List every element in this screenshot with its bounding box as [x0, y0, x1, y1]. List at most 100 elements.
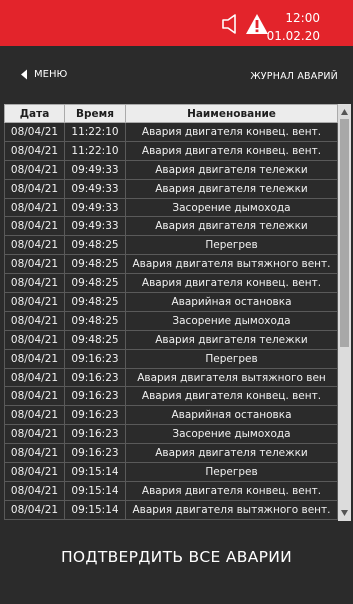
cell-date: 08/04/21	[4, 292, 65, 312]
cell-date: 08/04/21	[4, 386, 65, 407]
cell-name: Авария двигателя конвец. вент.	[125, 122, 338, 142]
cell-date: 08/04/21	[4, 424, 65, 445]
table-row[interactable]: 08/04/21 11:22:10 Авария двигателя конвец.…	[4, 122, 338, 142]
cell-time: 09:49:33	[64, 159, 126, 180]
speaker-icon[interactable]	[221, 13, 241, 35]
table-body: 08/04/21 11:22:10 Авария двигателя конвец.…	[4, 122, 338, 520]
menu-label: МЕНЮ	[34, 69, 68, 80]
column-header-date[interactable]: Дата	[4, 104, 65, 123]
cell-time: 09:48:25	[64, 273, 126, 294]
clock-date: 01.02.20	[266, 29, 320, 43]
scroll-up-icon[interactable]	[341, 109, 348, 115]
cell-name: Авария двигателя тележки	[125, 329, 338, 350]
cell-time: 09:16:23	[64, 405, 126, 426]
table-row[interactable]: 08/04/21 09:48:25 Аварийная остановка	[4, 292, 338, 312]
table-row[interactable]: 08/04/21 09:48:25 Засорение дымохода	[4, 310, 338, 331]
table-row[interactable]: 08/04/21 09:48:25 Авария двигателя тележки	[4, 329, 338, 350]
cell-name: Авария двигателя вытяжного вент.	[125, 254, 338, 275]
scrollbar[interactable]	[338, 104, 351, 521]
cell-name: Авария двигателя тележки	[125, 443, 338, 464]
scroll-down-icon[interactable]	[341, 510, 348, 516]
cell-name: Засорение дымохода	[125, 424, 338, 445]
alarm-table-container: Дата Время Наименование 08/04/21 11:22:10…	[4, 104, 351, 521]
cell-date: 08/04/21	[4, 443, 65, 464]
menu-back-button[interactable]: МЕНЮ	[20, 69, 67, 80]
cell-time: 09:49:33	[64, 197, 126, 218]
clock: 12:00 01.02.20	[267, 9, 320, 45]
cell-name: Авария двигателя тележки	[125, 216, 338, 237]
cell-date: 08/04/21	[4, 159, 65, 180]
cell-date: 08/04/21	[4, 254, 65, 275]
cell-name: Аварийная остановка	[125, 405, 338, 426]
clock-time: 12:00	[285, 11, 320, 25]
table-row[interactable]: 08/04/21 09:16:23 Перегрев	[4, 348, 338, 369]
cell-time: 09:48:25	[64, 310, 126, 331]
cell-name: Авария двигателя тележки	[125, 178, 338, 199]
warning-icon[interactable]	[245, 13, 269, 35]
cell-time: 09:16:23	[64, 386, 126, 407]
cell-name: Авария двигателя тележки	[125, 159, 338, 180]
cell-name: Перегрев	[125, 462, 338, 482]
status-bar: 12:00 01.02.20	[0, 0, 353, 46]
alarm-table: Дата Время Наименование 08/04/21 11:22:10…	[4, 104, 338, 520]
column-header-name[interactable]: Наименование	[125, 104, 338, 123]
cell-time: 09:16:23	[64, 348, 126, 369]
table-row[interactable]: 08/04/21 09:16:23 Авария двигателя вытяжно…	[4, 367, 338, 388]
cell-time: 09:49:33	[64, 178, 126, 199]
cell-date: 08/04/21	[4, 178, 65, 199]
cell-date: 08/04/21	[4, 273, 65, 294]
cell-date: 08/04/21	[4, 310, 65, 331]
table-row[interactable]: 08/04/21 09:16:23 Аварийная остановка	[4, 405, 338, 426]
cell-time: 09:16:23	[64, 367, 126, 388]
cell-time: 09:15:14	[64, 480, 126, 501]
column-header-time[interactable]: Время	[64, 104, 126, 123]
cell-name: Авария двигателя конвец. вент.	[125, 480, 338, 501]
table-row[interactable]: 08/04/21 09:15:14 Перегрев	[4, 462, 338, 482]
cell-name: Авария двигателя вытяжного вент.	[125, 499, 338, 520]
table-row[interactable]: 08/04/21 09:16:23 Авария двигателя тележки	[4, 443, 338, 464]
cell-name: Засорение дымохода	[125, 197, 338, 218]
table-row[interactable]: 08/04/21 09:15:14 Авария двигателя конвец.…	[4, 480, 338, 501]
cell-date: 08/04/21	[4, 122, 65, 142]
table-row[interactable]: 08/04/21 09:16:23 Авария двигателя конвец.…	[4, 386, 338, 407]
cell-name: Авария двигателя конвец. вент.	[125, 273, 338, 294]
table-row[interactable]: 08/04/21 09:49:33 Авария двигателя тележки	[4, 178, 338, 199]
alarm-journal-link[interactable]: ЖУРНАЛ АВАРИЙ	[250, 71, 338, 82]
cell-name: Авария двигателя конвец. вент.	[125, 386, 338, 407]
cell-date: 08/04/21	[4, 197, 65, 218]
cell-name: Аварийная остановка	[125, 292, 338, 312]
cell-time: 09:16:23	[64, 424, 126, 445]
cell-time: 09:15:14	[64, 462, 126, 482]
table-row[interactable]: 08/04/21 09:15:14 Авария двигателя вытяжно…	[4, 499, 338, 520]
cell-name: Авария двигателя вытяжного вен	[125, 367, 338, 388]
table-row[interactable]: 08/04/21 09:48:25 Авария двигателя вытяжно…	[4, 254, 338, 275]
cell-name: Засорение дымохода	[125, 310, 338, 331]
confirm-all-alarms-button[interactable]: ПОДТВЕРДИТЬ ВСЕ АВАРИИ	[0, 548, 353, 566]
table-row[interactable]: 08/04/21 11:22:10 Авария двигателя конвец.…	[4, 140, 338, 161]
scrollbar-thumb[interactable]	[340, 119, 349, 347]
cell-date: 08/04/21	[4, 405, 65, 426]
cell-date: 08/04/21	[4, 140, 65, 161]
table-row[interactable]: 08/04/21 09:48:25 Авария двигателя конвец.…	[4, 273, 338, 294]
cell-date: 08/04/21	[4, 499, 65, 520]
cell-time: 09:48:25	[64, 235, 126, 256]
cell-date: 08/04/21	[4, 216, 65, 237]
cell-date: 08/04/21	[4, 462, 65, 482]
cell-name: Перегрев	[125, 348, 338, 369]
cell-time: 09:15:14	[64, 499, 126, 520]
table-row[interactable]: 08/04/21 09:49:33 Авария двигателя тележки	[4, 159, 338, 180]
cell-time: 09:49:33	[64, 216, 126, 237]
table-row[interactable]: 08/04/21 09:49:33 Засорение дымохода	[4, 197, 338, 218]
cell-time: 09:48:25	[64, 254, 126, 275]
cell-time: 09:48:25	[64, 292, 126, 312]
cell-date: 08/04/21	[4, 235, 65, 256]
cell-date: 08/04/21	[4, 367, 65, 388]
cell-time: 11:22:10	[64, 122, 126, 142]
table-row[interactable]: 08/04/21 09:48:25 Перегрев	[4, 235, 338, 256]
nav-row: МЕНЮ ЖУРНАЛ АВАРИЙ	[0, 66, 353, 86]
table-header-row: Дата Время Наименование	[4, 104, 338, 123]
table-row[interactable]: 08/04/21 09:49:33 Авария двигателя тележки	[4, 216, 338, 237]
cell-name: Авария двигателя конвец. вент.	[125, 140, 338, 161]
cell-date: 08/04/21	[4, 329, 65, 350]
table-row[interactable]: 08/04/21 09:16:23 Засорение дымохода	[4, 424, 338, 445]
